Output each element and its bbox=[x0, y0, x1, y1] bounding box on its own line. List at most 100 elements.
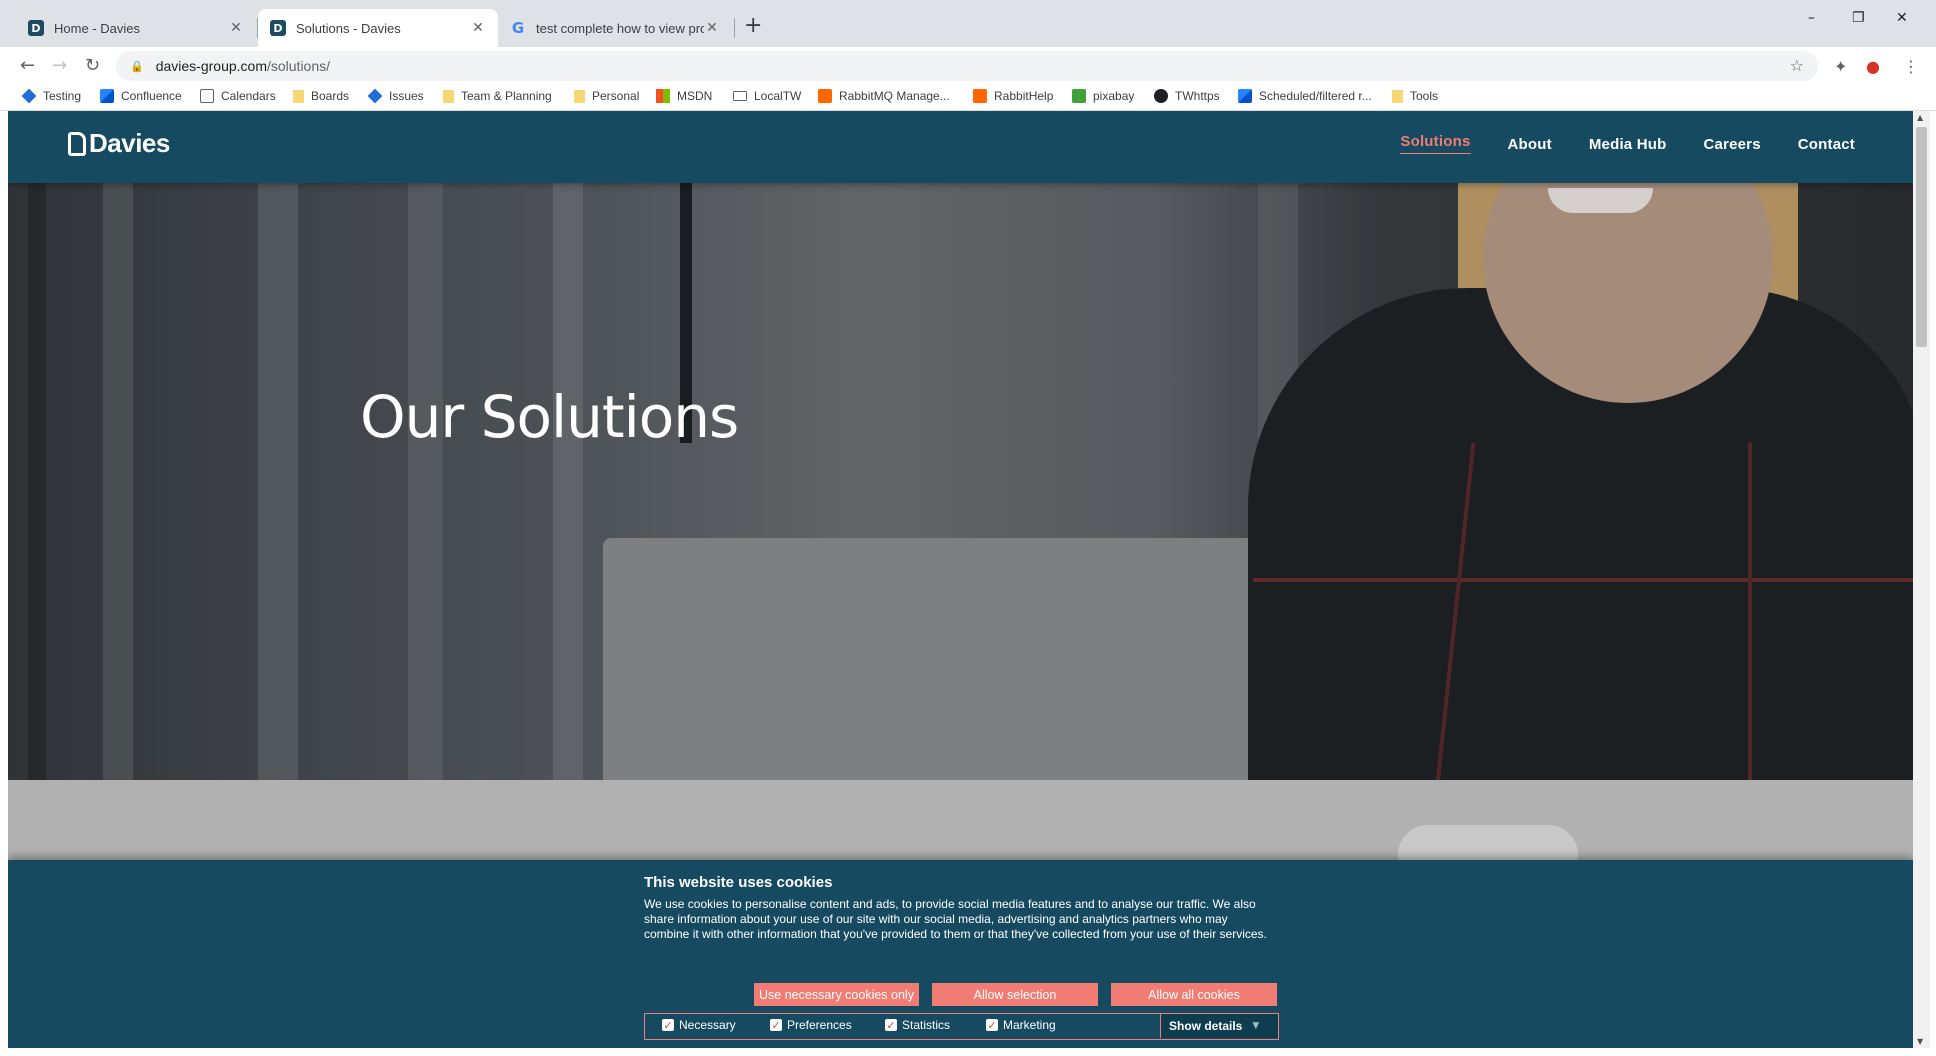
necessary-checkbox[interactable]: ✓ Necessary bbox=[662, 1018, 736, 1032]
profile-avatar-icon[interactable]: ● bbox=[1866, 57, 1880, 76]
bookmark-label: Confluence bbox=[121, 89, 182, 103]
bookmark-issues[interactable]: Issues bbox=[367, 88, 424, 104]
tab-title: Home - Davies bbox=[54, 20, 140, 36]
checkbox-label: Preferences bbox=[787, 1018, 852, 1032]
tab-title: Solutions - Davies bbox=[296, 20, 401, 36]
folder-icon bbox=[574, 89, 585, 103]
bookmark-rabbithelp[interactable]: RabbitHelp bbox=[973, 89, 1053, 103]
bookmark-star-icon[interactable]: ☆ bbox=[1790, 56, 1804, 75]
bookmark-testing[interactable]: Testing bbox=[21, 88, 81, 104]
tab-home[interactable]: D Home - Davies ✕ bbox=[16, 9, 256, 47]
bookmark-label: Team & Planning bbox=[461, 89, 552, 103]
bookmark-label: Tools bbox=[1410, 89, 1439, 103]
hero-overlay bbox=[8, 183, 1913, 780]
cookie-content: This website uses cookies We use cookies… bbox=[644, 874, 1284, 1040]
checkbox-label: Statistics bbox=[902, 1018, 951, 1032]
confluence-icon bbox=[1238, 89, 1252, 103]
close-icon[interactable]: ✕ bbox=[704, 20, 720, 36]
bookmark-calendars[interactable]: Calendars bbox=[200, 89, 276, 103]
address-bar[interactable]: 🔒 davies-group.com/solutions/ ☆ bbox=[116, 51, 1818, 81]
bookmark-boards[interactable]: Boards bbox=[293, 89, 349, 103]
window-close-button[interactable]: ✕ bbox=[1896, 10, 1908, 26]
allow-all-cookies-button[interactable]: Allow all cookies bbox=[1111, 983, 1277, 1006]
checkbox-label: Marketing bbox=[1003, 1018, 1056, 1032]
browser-window: D Home - Davies ✕ D Solutions - Davies ✕… bbox=[0, 0, 1936, 1056]
calendar-icon bbox=[200, 89, 214, 103]
jira-diamond-icon bbox=[21, 88, 37, 104]
new-tab-button[interactable]: + bbox=[744, 13, 762, 38]
scroll-down-arrow-icon[interactable]: ▼ bbox=[1917, 1037, 1923, 1046]
cookie-title: This website uses cookies bbox=[644, 874, 833, 891]
menu-kebab-icon[interactable]: ⋮ bbox=[1903, 57, 1919, 76]
checkmark-icon: ✓ bbox=[770, 1018, 782, 1032]
davies-logo[interactable]: Davies bbox=[68, 128, 170, 159]
chevron-down-icon: ▼ bbox=[1252, 1021, 1260, 1031]
bookmark-msdn[interactable]: MSDN bbox=[656, 89, 712, 103]
bookmark-localtw[interactable]: LocalTW bbox=[733, 89, 801, 103]
rabbitmq-icon bbox=[973, 89, 987, 103]
hero-banner: Our Solutions bbox=[8, 183, 1913, 780]
tw-icon bbox=[1154, 89, 1168, 103]
nav-careers[interactable]: Careers bbox=[1703, 136, 1760, 154]
nav-media-hub[interactable]: Media Hub bbox=[1589, 136, 1667, 154]
tab-google-search[interactable]: G test complete how to view proje ✕ bbox=[498, 9, 732, 47]
pixabay-icon bbox=[1072, 89, 1086, 103]
bookmark-pixabay[interactable]: pixabay bbox=[1072, 89, 1134, 103]
hero-photo-detail bbox=[1398, 825, 1578, 865]
bookmark-rabbitmq-manage[interactable]: RabbitMQ Manage... bbox=[818, 89, 950, 103]
bookmark-tools[interactable]: Tools bbox=[1392, 89, 1438, 103]
tab-solutions[interactable]: D Solutions - Davies ✕ bbox=[258, 9, 498, 47]
allow-selection-button[interactable]: Allow selection bbox=[932, 983, 1098, 1006]
back-arrow-icon[interactable]: ← bbox=[20, 55, 35, 76]
forward-arrow-icon[interactable]: → bbox=[52, 55, 67, 76]
davies-icon: D bbox=[270, 20, 286, 36]
marketing-checkbox[interactable]: ✓ Marketing bbox=[986, 1018, 1056, 1032]
lock-icon: 🔒 bbox=[130, 59, 144, 73]
page-scrollbar[interactable]: ▲ ▼ bbox=[1913, 111, 1930, 1048]
rabbitmq-icon bbox=[818, 89, 832, 103]
restore-button[interactable]: ❐ bbox=[1852, 10, 1865, 26]
bookmark-confluence[interactable]: Confluence bbox=[100, 89, 182, 103]
close-icon[interactable]: ✕ bbox=[228, 20, 244, 36]
show-details-button[interactable]: Show details ▼ bbox=[1160, 1014, 1278, 1038]
google-icon: G bbox=[511, 19, 525, 37]
tab-strip: D Home - Davies ✕ D Solutions - Davies ✕… bbox=[0, 0, 1936, 47]
page-viewport: Davies Solutions About Media Hub Careers… bbox=[8, 111, 1913, 1048]
laptop-icon bbox=[733, 91, 747, 101]
minimize-button[interactable]: – bbox=[1808, 10, 1815, 26]
bookmark-label: Issues bbox=[389, 89, 424, 103]
folder-icon bbox=[1392, 89, 1403, 103]
scrollbar-thumb[interactable] bbox=[1916, 127, 1927, 347]
main-nav: Solutions About Media Hub Careers Contac… bbox=[1363, 133, 1855, 154]
use-necessary-cookies-button[interactable]: Use necessary cookies only bbox=[754, 983, 919, 1006]
scroll-up-arrow-icon[interactable]: ▲ bbox=[1917, 113, 1923, 122]
extensions-icon[interactable]: ✦ bbox=[1834, 57, 1847, 76]
url-path: /solutions/ bbox=[266, 58, 331, 74]
bookmark-personal[interactable]: Personal bbox=[574, 89, 639, 103]
jira-diamond-icon bbox=[367, 88, 383, 104]
url-host: davies-group.com bbox=[155, 58, 267, 74]
bookmark-label: Boards bbox=[311, 89, 350, 103]
hero-title: Our Solutions bbox=[360, 383, 739, 451]
cookie-body: We use cookies to personalise content an… bbox=[644, 897, 1267, 941]
reload-icon[interactable]: ↻ bbox=[85, 55, 100, 76]
bookmark-team-planning[interactable]: Team & Planning bbox=[443, 89, 552, 103]
davies-logo-icon bbox=[68, 131, 86, 156]
bookmark-label: LocalTW bbox=[754, 89, 802, 103]
nav-contact[interactable]: Contact bbox=[1798, 136, 1855, 154]
checkbox-label: Necessary bbox=[679, 1018, 736, 1032]
browser-toolbar: ← → ↻ 🔒 davies-group.com/solutions/ ☆ ✦ … bbox=[0, 47, 1936, 85]
logo-text: Davies bbox=[89, 128, 170, 158]
preferences-checkbox[interactable]: ✓ Preferences bbox=[770, 1018, 852, 1032]
bookmark-label: Personal bbox=[592, 89, 640, 103]
bookmark-label: RabbitMQ Manage... bbox=[839, 89, 950, 103]
nav-solutions[interactable]: Solutions bbox=[1400, 133, 1471, 154]
close-icon[interactable]: ✕ bbox=[470, 20, 486, 36]
bookmark-scheduled-filtered[interactable]: Scheduled/filtered r... bbox=[1238, 89, 1372, 103]
checkmark-icon: ✓ bbox=[662, 1018, 674, 1032]
tab-title: test complete how to view proje bbox=[536, 20, 704, 36]
nav-about[interactable]: About bbox=[1508, 136, 1552, 154]
statistics-checkbox[interactable]: ✓ Statistics bbox=[885, 1018, 950, 1032]
bookmark-twhttps[interactable]: TWhttps bbox=[1154, 89, 1220, 103]
cookie-banner: This website uses cookies We use cookies… bbox=[8, 860, 1913, 1048]
